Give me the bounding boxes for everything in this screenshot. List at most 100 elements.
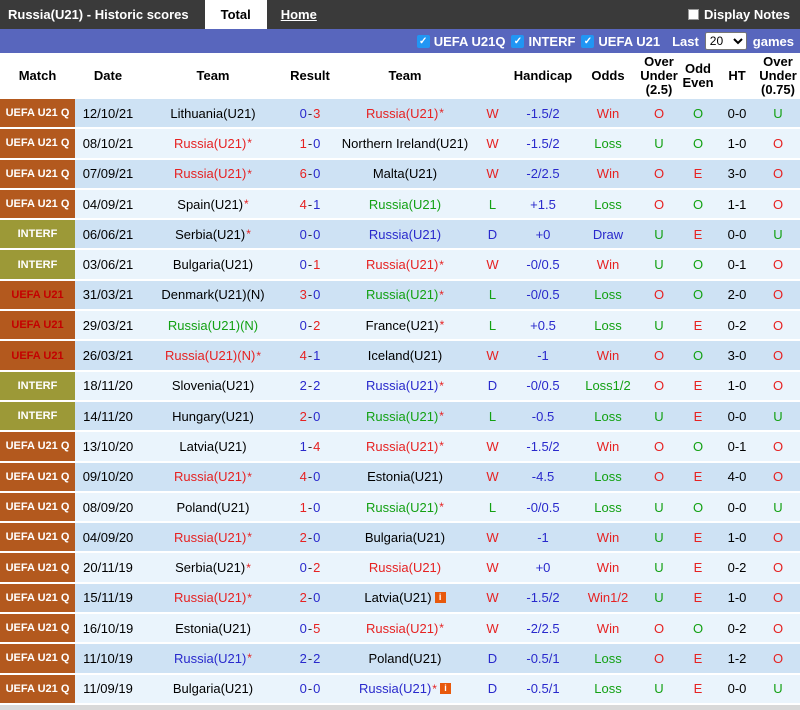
- home-team-asterisk: *: [246, 227, 251, 242]
- checkbox-checked-icon[interactable]: ✓: [511, 34, 525, 48]
- away-team-name: Russia(U21): [366, 105, 439, 121]
- away-team-name: Russia(U21): [368, 226, 442, 242]
- competition-label: UEFA U21: [11, 288, 64, 301]
- over-under-075: O: [772, 287, 784, 303]
- handicap: +0: [535, 226, 551, 242]
- away-team-name: Russia(U21): [366, 438, 439, 454]
- table-row: UEFA U21 Q 15/11/19 Russia(U21) * 2-0 Lat…: [0, 583, 800, 613]
- over-under-075: O: [772, 348, 784, 364]
- tab-home[interactable]: Home: [275, 0, 323, 29]
- ht-score: 0-0: [727, 226, 747, 242]
- competition-badge: UEFA U21 Q: [0, 674, 75, 703]
- table-row: UEFA U21 29/03/21 Russia(U21)(N) 0-2 Fra…: [0, 311, 800, 340]
- competition-badge: UEFA U21: [0, 311, 75, 340]
- competition-badge: UEFA U21 Q: [0, 492, 75, 522]
- table-header: Match Date Team Result Team Handicap Odd…: [0, 53, 800, 99]
- away-team-asterisk: *: [439, 439, 444, 454]
- table-body: UEFA U21 Q 12/10/21 Lithuania(U21) 0-3 R…: [0, 99, 800, 705]
- display-notes-checkbox[interactable]: [688, 9, 700, 20]
- score: 3-0: [285, 281, 335, 309]
- home-team-asterisk: *: [247, 590, 252, 605]
- competition-badge: UEFA U21 Q: [0, 159, 75, 188]
- odd-even: O: [692, 287, 704, 303]
- score: 0-2: [285, 553, 335, 581]
- away-team: Russia(U21) *: [335, 281, 475, 309]
- score: 2-0: [285, 523, 335, 551]
- handicap: -1.5/2: [526, 438, 560, 454]
- score: 4-1: [285, 190, 335, 218]
- home-team: Russia(U21) *: [141, 644, 285, 672]
- home-team: Bulgaria(U21): [141, 675, 285, 703]
- handicap: -0/0.5: [526, 378, 560, 394]
- score-away: 3: [313, 105, 321, 121]
- handicap: -0.5/1: [526, 650, 560, 666]
- col-header-spacer: [475, 53, 510, 99]
- competition-label: UEFA U21 Q: [5, 652, 70, 665]
- score-away: 0: [313, 135, 321, 151]
- score-home: 2: [299, 408, 307, 424]
- score-away: 1: [313, 257, 321, 273]
- away-team: Russia(U21) *: [335, 250, 475, 278]
- competition-label: UEFA U21 Q: [5, 561, 70, 574]
- competition-badge: INTERF: [0, 220, 75, 249]
- away-team-name: Bulgaria(U21): [364, 529, 446, 545]
- away-team: Russia(U21) *: [335, 614, 475, 642]
- page-title: Russia(U21) - Historic scores: [8, 7, 189, 22]
- col-header-ht: HT: [728, 68, 746, 83]
- competition-label: UEFA U21: [11, 319, 64, 332]
- away-team-asterisk: *: [439, 287, 444, 302]
- home-team-name: Latvia(U21): [179, 438, 247, 454]
- checkbox-checked-icon[interactable]: ✓: [416, 34, 430, 48]
- date-cell: 16/10/19: [82, 620, 134, 636]
- over-under-075: O: [772, 166, 784, 182]
- score: 0-3: [285, 99, 335, 127]
- checkbox-checked-icon[interactable]: ✓: [581, 34, 595, 48]
- odds-result: Loss: [594, 287, 622, 303]
- away-team-name: Estonia(U21): [367, 469, 443, 485]
- result-letter: W: [486, 438, 499, 454]
- away-team: Iceland(U21): [335, 341, 475, 369]
- away-team: Russia(U21) *: [335, 372, 475, 400]
- away-team: Russia(U21): [335, 190, 475, 218]
- score-away: 0: [313, 226, 321, 242]
- last-games-select[interactable]: 20: [704, 32, 747, 50]
- ht-score: 0-2: [727, 560, 747, 576]
- games-label: games: [752, 33, 794, 49]
- score: 2-0: [285, 584, 335, 612]
- score: 1-0: [285, 493, 335, 521]
- table-row: UEFA U21 Q 13/10/20 Latvia(U21) 1-4 Russ…: [0, 432, 800, 461]
- handicap: -1.5/2: [526, 135, 560, 151]
- away-team: Bulgaria(U21): [335, 523, 475, 551]
- result-letter: L: [488, 408, 497, 424]
- result-letter: W: [486, 529, 499, 545]
- score-home: 1: [299, 135, 307, 151]
- home-team: Russia(U21) *: [141, 129, 285, 157]
- odds-result: Loss: [594, 135, 622, 151]
- odds-result: Win: [596, 529, 620, 545]
- score-home: 0: [299, 681, 307, 697]
- note-icon: i: [439, 683, 451, 695]
- away-team-asterisk: *: [439, 318, 445, 333]
- tab-total[interactable]: Total: [204, 0, 267, 29]
- score-home: 0: [299, 257, 307, 273]
- away-team-name: Russia(U21): [368, 560, 442, 576]
- odds-result: Loss: [594, 650, 622, 666]
- date-cell: 08/09/20: [82, 499, 134, 515]
- home-team-name: Russia(U21): [174, 650, 247, 666]
- result-letter: D: [487, 650, 498, 666]
- competition-label: UEFA U21 Q: [5, 591, 70, 604]
- odds-result: Loss: [594, 196, 622, 212]
- over-under-075: O: [772, 196, 784, 212]
- away-team-asterisk: *: [439, 621, 444, 636]
- over-under-075: O: [772, 650, 784, 666]
- away-team: Russia(U21) *: [335, 432, 475, 460]
- ht-score: 1-0: [727, 590, 747, 606]
- date-cell: 18/11/20: [83, 378, 133, 394]
- score: 0-1: [285, 250, 335, 278]
- home-team-name: Lithuania(U21): [170, 105, 256, 121]
- score-home: 0: [299, 560, 307, 576]
- home-team-name: Serbia(U21): [175, 560, 246, 576]
- home-team-name: Bulgaria(U21): [172, 681, 254, 697]
- away-team: Russia(U21) *: [335, 493, 475, 521]
- away-team: Russia(U21) *: [335, 99, 475, 127]
